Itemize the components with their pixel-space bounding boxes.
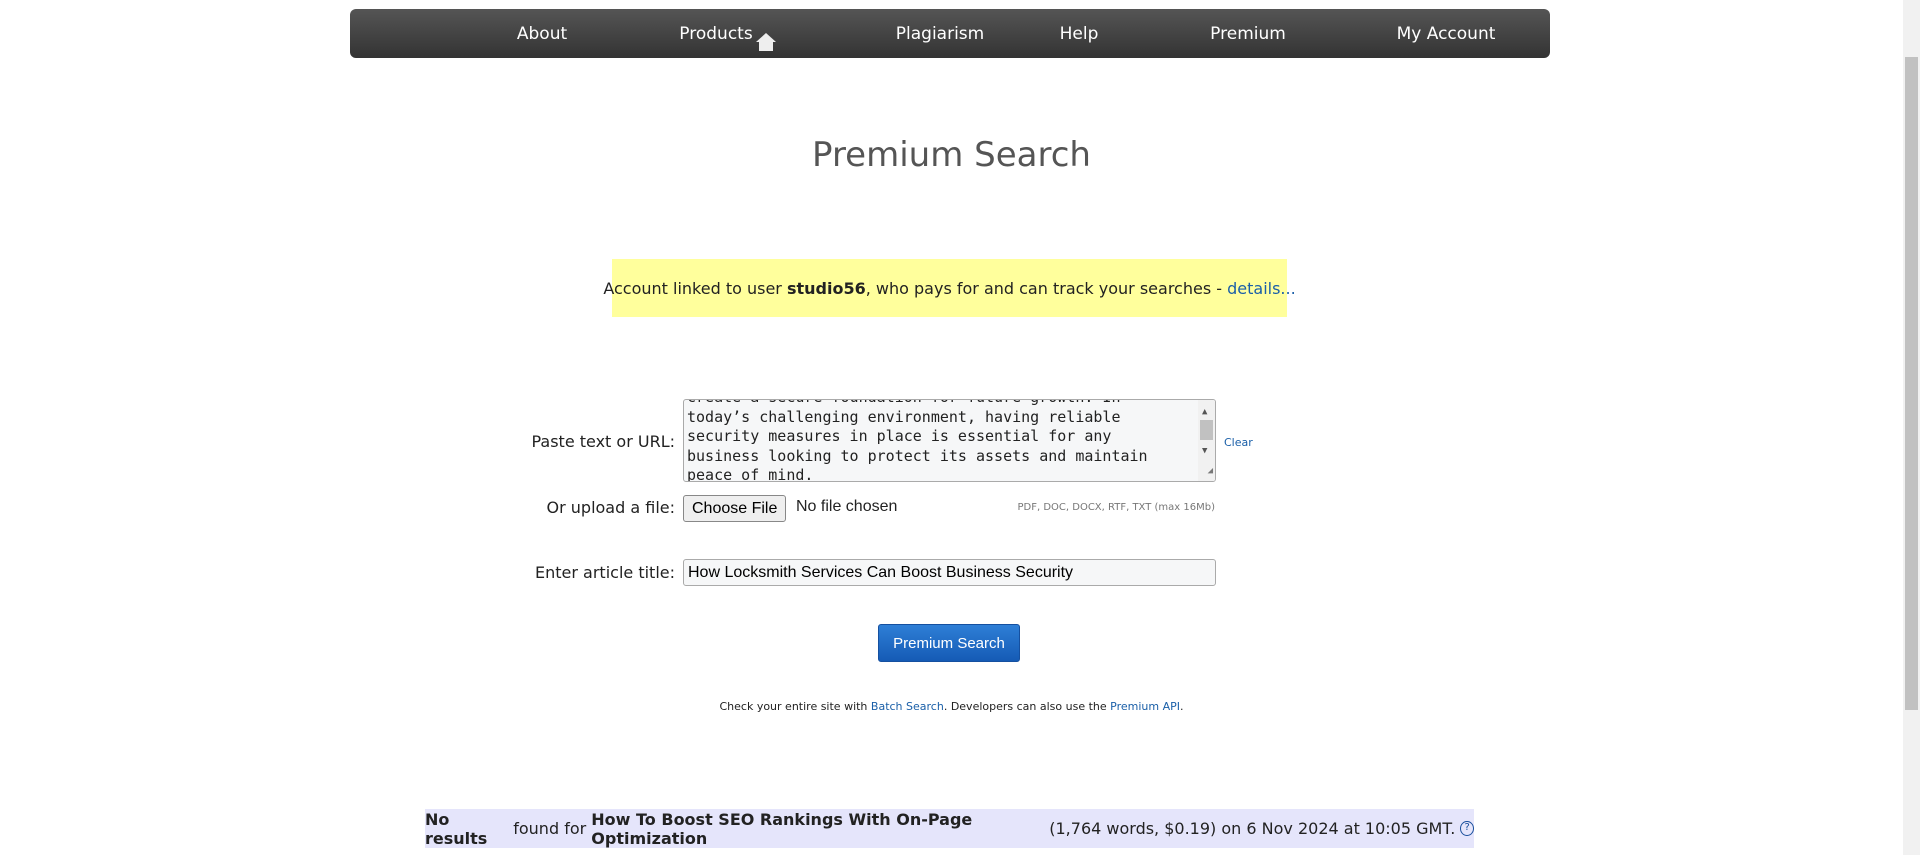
textarea-scrollbar[interactable]: ▲ ▼ ◢ — [1198, 400, 1215, 481]
premium-api-link[interactable]: Premium API — [1110, 700, 1180, 713]
nav-about[interactable]: About — [517, 24, 567, 44]
result-text-2: (1,764 words, $0.19) on 6 Nov 2024 at 10… — [1044, 819, 1456, 838]
check-text-2: . Developers can also use the — [943, 700, 1111, 713]
question-circle-icon[interactable]: ? — [1460, 821, 1474, 836]
result-text-1: found for — [508, 819, 592, 838]
top-nav: About Products Plagiarism Help Premium M… — [350, 9, 1550, 58]
premium-search-button[interactable]: Premium Search — [878, 624, 1020, 662]
choose-file-button[interactable]: Choose File — [683, 495, 787, 522]
search-result-bar: No results found for How To Boost SEO Ra… — [425, 809, 1474, 848]
nav-my-account[interactable]: My Account — [1397, 24, 1496, 44]
check-text-1: Check your entire site with — [719, 700, 871, 713]
paste-textarea[interactable]: create a secure foundation for future gr… — [683, 399, 1216, 482]
no-file-text: No file chosen — [796, 498, 898, 515]
page-scrollbar[interactable] — [1903, 0, 1920, 855]
notice-suffix: , who pays for and can track your search… — [865, 278, 1228, 298]
house-icon[interactable] — [755, 32, 777, 52]
notice-user: studio56 — [786, 278, 866, 298]
file-formats: PDF, DOC, DOCX, RTF, TXT (max 16Mb) — [1017, 502, 1216, 513]
nav-plagiarism[interactable]: Plagiarism — [896, 24, 984, 44]
paste-label: Paste text or URL: — [531, 432, 675, 451]
details-link[interactable]: details... — [1227, 279, 1296, 298]
notice-prefix: Account linked to user — [603, 278, 787, 298]
title-label: Enter article title: — [535, 563, 675, 582]
article-title-input[interactable] — [683, 559, 1216, 586]
batch-search-link[interactable]: Batch Search — [871, 700, 944, 713]
page-title: Premium Search — [812, 135, 1091, 175]
nav-premium[interactable]: Premium — [1210, 24, 1286, 44]
nav-products[interactable]: Products — [679, 24, 752, 44]
upload-label: Or upload a file: — [546, 498, 675, 517]
check-text: Check your entire site with Batch Search… — [0, 700, 1903, 713]
check-text-3: . — [1180, 700, 1184, 713]
nav-help[interactable]: Help — [1060, 24, 1099, 44]
result-status: No results — [425, 809, 488, 848]
clear-link[interactable]: Clear — [1224, 436, 1253, 449]
account-notice: Account linked to user studio56, who pay… — [603, 259, 1296, 317]
result-title[interactable]: How To Boost SEO Rankings With On-Page O… — [591, 810, 1044, 848]
paste-text[interactable]: create a secure foundation for future gr… — [687, 400, 1191, 481]
